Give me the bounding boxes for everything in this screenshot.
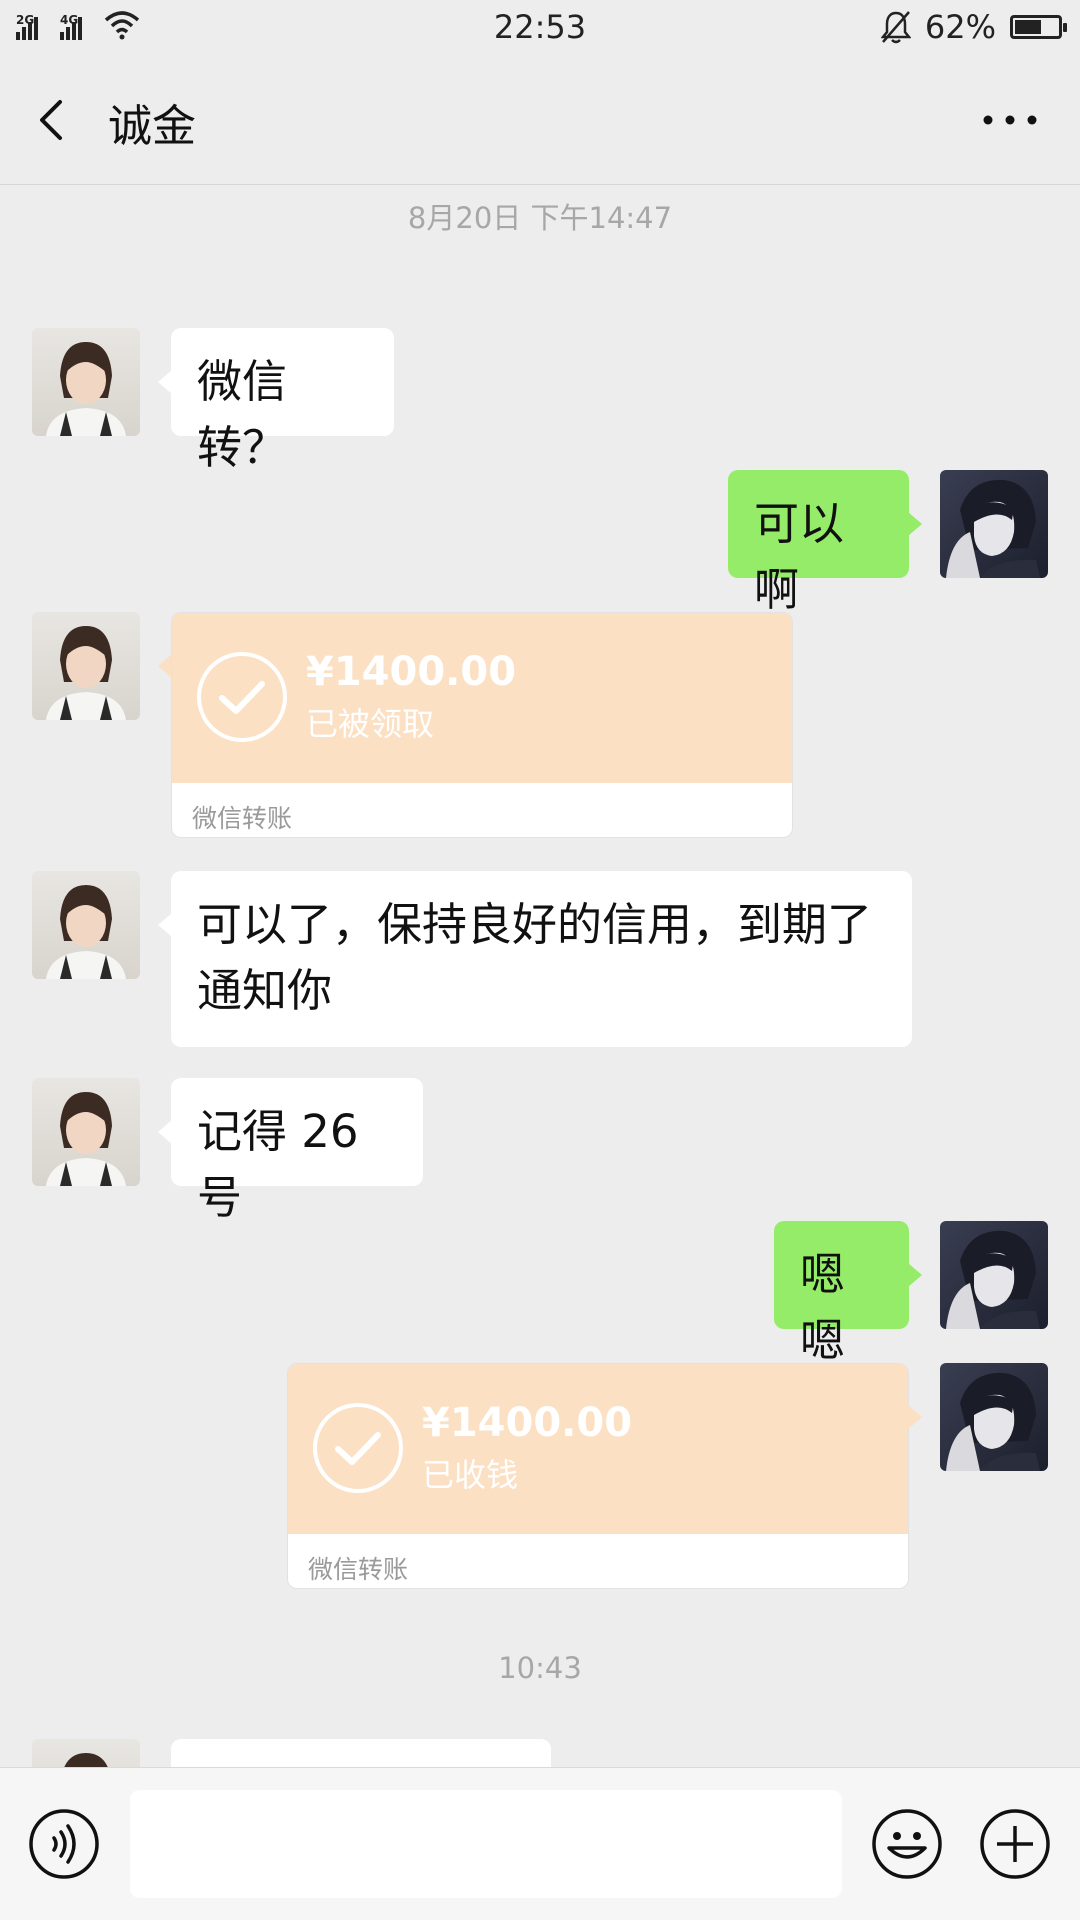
message-input[interactable] [130,1790,842,1898]
my-avatar[interactable] [940,1221,1048,1329]
transfer-card[interactable]: ¥1400.00 已被领取 微信转账 [171,612,793,838]
transfer-label: 微信转账 [308,1555,409,1584]
check-circle-icon [313,1403,403,1493]
input-bar [0,1767,1080,1920]
transfer-card[interactable]: ¥1400.00 已收钱 微信转账 [287,1363,909,1589]
bubble-tail [908,1405,922,1429]
timestamp: 10:43 [498,1651,582,1685]
plus-icon[interactable] [979,1808,1051,1880]
battery-percent: 62% [924,8,996,46]
message-bubble-in[interactable]: 微信转？ [158,328,394,474]
message-text: 可以啊 [754,497,845,616]
status-bar: 2G 4G 22:53 62% [0,0,1080,56]
message-text: 记得 26 号 [197,1105,359,1224]
message-bubble-in[interactable] [171,1739,551,1767]
message-bubble-in[interactable]: 可以了，保持良好的信用，到期了 通知你 [158,871,912,1047]
transfer-amount: ¥1400.00 [306,649,517,695]
transfer-label: 微信转账 [192,804,293,833]
message-list[interactable]: 8月20日 下午14:47 微信转？ 可以啊 ¥1400.00 已被领取 微信转… [0,185,1080,1767]
emoji-icon[interactable] [871,1808,943,1880]
check-circle-icon [197,652,287,742]
message-text: 嗯嗯 [800,1248,846,1367]
transfer-status: 已被领取 [306,705,435,743]
contact-avatar[interactable] [32,871,140,979]
chevron-left-icon[interactable] [30,92,80,148]
message-bubble-in[interactable]: 记得 26 号 [158,1078,423,1224]
more-horizontal-icon[interactable] [980,106,1040,134]
my-avatar[interactable] [940,470,1048,578]
timestamp: 8月20日 下午14:47 [407,201,673,235]
contact-avatar[interactable] [32,612,140,720]
message-text-line: 通知你 [197,964,333,1017]
contact-avatar[interactable] [32,1078,140,1186]
message-text-line: 可以了，保持良好的信用，到期了 [197,898,873,951]
status-right: 62% [880,8,1067,46]
message-text: 微信转？ [197,355,288,474]
contact-avatar[interactable] [32,328,140,436]
bubble-tail [158,654,172,678]
chat-header: 诚金 [0,56,1080,185]
message-bubble-out[interactable]: 可以啊 [728,470,922,616]
bell-muted-icon [880,11,911,44]
voice-icon[interactable] [28,1808,100,1880]
message-bubble-out[interactable]: 嗯嗯 [774,1221,922,1367]
my-avatar[interactable] [940,1363,1048,1471]
battery-icon [1010,15,1067,39]
transfer-amount: ¥1400.00 [422,1400,633,1446]
contact-avatar[interactable] [32,1739,140,1767]
transfer-status: 已收钱 [422,1456,519,1494]
chat-title: 诚金 [108,101,196,152]
